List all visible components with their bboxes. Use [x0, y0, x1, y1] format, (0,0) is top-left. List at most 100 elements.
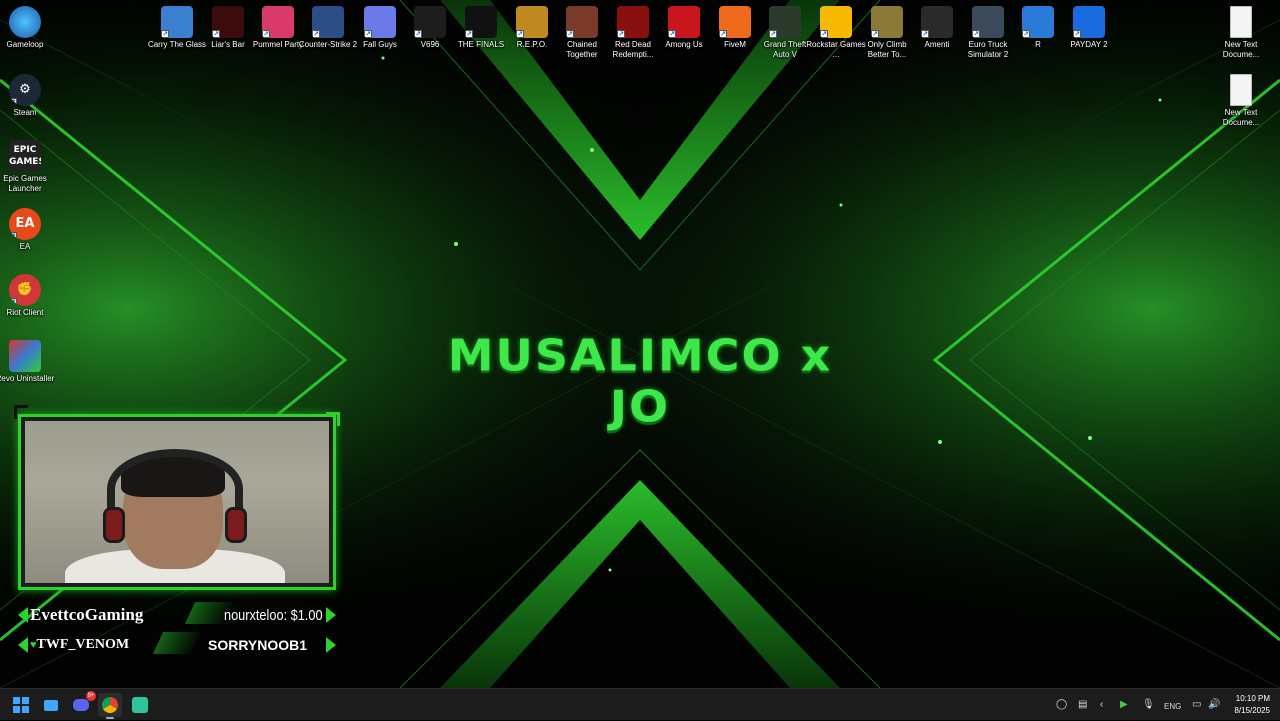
fall-guys-icon: ↗ [364, 6, 396, 38]
shortcut-arrow-icon: ↗ [668, 30, 676, 38]
active-indicator [106, 717, 114, 719]
shortcut-arrow-icon: ↗ [769, 30, 777, 38]
desktop-icon-label: Steam [13, 108, 37, 117]
language-indicator[interactable]: ENG [1164, 700, 1181, 714]
notification-badge: 9+ [86, 691, 96, 701]
desktop-icon-new-text-document-2[interactable]: New Text Docume... [1211, 70, 1271, 132]
v696-icon: ↗ [414, 6, 446, 38]
desktop-icon-label: Gameloop [6, 40, 44, 49]
overlay-follower-row: ♥ TWF_VENOM [18, 631, 168, 659]
desktop-icon-new-text-document[interactable]: New Text Docume... [1211, 2, 1271, 64]
repo-icon: ↗ [516, 6, 548, 38]
counter-strike-icon: ↗ [312, 6, 344, 38]
chained-together-icon: ↗ [566, 6, 598, 38]
steam-icon: ⚙ ↗ [9, 74, 41, 106]
shortcut-arrow-icon: ↗ [212, 30, 220, 38]
frame-corner [14, 405, 28, 419]
shortcut-arrow-icon: ↗ [566, 30, 574, 38]
latest-donation: nourxteloo: $1.00 [224, 606, 323, 624]
chevron-right-icon [326, 637, 336, 653]
chevron-right-icon [326, 607, 336, 623]
desktop-icon-steam[interactable]: ⚙ ↗ Steam [0, 70, 55, 132]
carry-the-glass-icon: ↗ [161, 6, 193, 38]
shortcut-arrow-icon: ↗ [364, 30, 372, 38]
shortcut-arrow-icon: ↗ [617, 30, 625, 38]
epic-games-icon: EPICGAMES [9, 140, 41, 172]
shortcut-arrow-icon: ↗ [1073, 30, 1081, 38]
gta-v-icon: ↗ [769, 6, 801, 38]
volume-icon[interactable]: 🔊 [1208, 698, 1220, 712]
desktop-icon-revo[interactable]: Revo Uninstaller [0, 336, 55, 398]
desktop-icon-label: Counter-Strike 2 [298, 40, 358, 49]
chevron-left-icon [18, 607, 28, 623]
file-explorer-button[interactable] [39, 693, 63, 717]
fivem-icon: ↗ [719, 6, 751, 38]
shortcut-arrow-icon: ↗ [871, 30, 879, 38]
rocket-league-icon: ↗ [1022, 6, 1054, 38]
shortcut-arrow-icon: ↗ [972, 30, 980, 38]
pummel-party-icon: ↗ [262, 6, 294, 38]
shortcut-arrow-icon: ↗ [161, 30, 169, 38]
text-document-icon [1230, 74, 1252, 106]
headset-earcup-left [103, 507, 125, 543]
desktop-icon-label: EA [19, 242, 31, 251]
shortcut-arrow-icon: ↗ [1022, 30, 1030, 38]
file-explorer-icon [44, 700, 58, 711]
shortcut-arrow-icon: ↗ [516, 30, 524, 38]
shortcut-arrow-icon: ↗ [465, 30, 473, 38]
shortcut-arrow-icon: ↗ [312, 30, 320, 38]
the-finals-icon: ↗ [465, 6, 497, 38]
gameloop-icon [9, 6, 41, 38]
clock-date: 8/15/2025 [1234, 706, 1270, 715]
desktop: MUSALIMCO x JO Gameloop ⚙ ↗ Steam EPIC GAM… [0, 0, 1280, 688]
riot-client-icon: ✊ ↗ [9, 274, 41, 306]
webcam-overlay [18, 414, 336, 590]
discord-button[interactable]: 9+ [69, 691, 96, 717]
desktop-icon-label: New Text Docume... [1222, 40, 1260, 59]
only-climb-icon: ↗ [871, 6, 903, 38]
desktop-icon-gameloop[interactable]: Gameloop [0, 2, 55, 64]
clock-time: 10:10 PM [1235, 694, 1270, 703]
tray-app-icon[interactable]: ▤ [1078, 698, 1087, 712]
desktop-icon-payday[interactable]: ↗ PAYDAY 2 [1059, 2, 1119, 64]
desktop-icon-riot[interactable]: ✊ ↗ Riot Client [0, 270, 55, 332]
ea-icon: EA ↗ [9, 208, 41, 240]
wallpaper-title: MUSALIMCO x JO [447, 329, 833, 433]
among-us-icon: ↗ [668, 6, 700, 38]
desktop-icon-ea[interactable]: EA ↗ EA [0, 204, 55, 266]
latest-follower: TWF_VENOM [36, 637, 130, 652]
chevron-up-icon[interactable]: ‹ [1100, 698, 1103, 712]
desktop-icon-epic-games[interactable]: EPICGAMES Epic Games Launcher [0, 136, 55, 198]
network-icon[interactable]: ▭ [1192, 698, 1201, 712]
desktop-icon-label: New Text Docume... [1222, 108, 1260, 127]
desktop-icon-label: Riot Client [6, 308, 44, 317]
play-icon[interactable]: ▶ [1120, 698, 1128, 712]
chevron-left-icon [18, 637, 28, 653]
start-button[interactable] [9, 693, 33, 717]
desktop-icon-label: Revo Uninstaller [0, 374, 55, 383]
desktop-icon-counter-strike[interactable]: ↗ Counter-Strike 2 [298, 2, 358, 64]
shortcut-arrow-icon: ↗ [719, 30, 727, 38]
tray-circle-icon[interactable]: ◯ [1056, 698, 1067, 712]
overlay-channel-row: EvettcoGaming [18, 601, 188, 629]
text-document-icon [1230, 6, 1252, 38]
red-dead-icon: ↗ [617, 6, 649, 38]
headset-earcup-right [225, 507, 247, 543]
windows-icon [13, 697, 29, 713]
chrome-icon [102, 697, 118, 713]
frame-corner [326, 412, 340, 426]
desktop-icon-label: Epic Games Launcher [3, 174, 47, 193]
clock[interactable]: 10:10 PM 8/15/2025 [1234, 693, 1270, 717]
liars-bar-icon: ↗ [212, 6, 244, 38]
channel-name: EvettcoGaming [30, 605, 144, 624]
app-button[interactable] [128, 693, 152, 717]
shortcut-arrow-icon: ↗ [414, 30, 422, 38]
microphone-icon[interactable]: 🎙 [1142, 698, 1155, 712]
overlay-donation-row: nourxteloo: $1.00 [224, 601, 340, 629]
discord-icon [73, 699, 89, 711]
app-icon [132, 697, 148, 713]
chrome-button[interactable] [98, 693, 122, 719]
euro-truck-icon: ↗ [972, 6, 1004, 38]
overlay-subscriber-row: SORRYNOOB1 [208, 631, 328, 659]
taskbar: 9+ ◯ ▤ ‹ ▶ 🎙 ENG ▭ 🔊 10:10 PM 8/15/2025 [0, 688, 1280, 720]
